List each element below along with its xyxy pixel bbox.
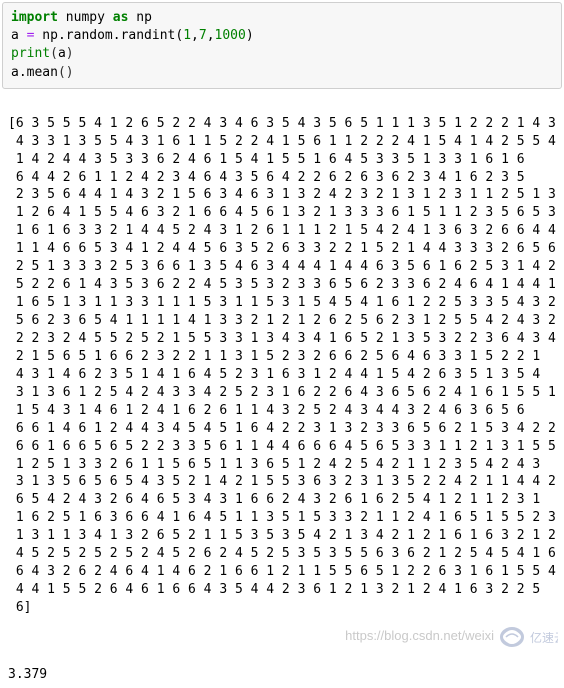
array-line: 6 6 1 6 6 5 6 5 2 2 3 3 5 6 1 1 4 4 6 6 …	[8, 439, 564, 454]
code-cell[interactable]: import numpy as np a = np.random.randint…	[2, 2, 562, 89]
array-line: 5 2 2 6 1 4 3 5 3 6 2 2 4 5 3 5 3 2 3 3 …	[8, 277, 564, 292]
keyword-as: as	[113, 10, 129, 25]
array-line: 3 1 3 5 6 5 6 5 4 3 5 2 1 4 2 1 5 5 3 6 …	[8, 474, 564, 489]
call-mean: a.mean	[11, 65, 58, 80]
logo-icon: 亿速云	[498, 623, 558, 651]
fn-print: print	[11, 46, 50, 61]
array-line: 6]	[8, 600, 31, 615]
arg-1000: 1000	[215, 28, 246, 43]
array-line: 3 1 3 6 1 2 5 4 2 4 3 3 4 2 5 2 3 1 6 2 …	[8, 385, 564, 400]
array-line: 6 5 4 2 4 3 2 6 4 6 5 3 4 3 1 6 6 2 4 3 …	[8, 492, 540, 507]
arg-7: 7	[199, 28, 207, 43]
alias-np: np	[136, 10, 152, 25]
array-line: 2 3 5 6 4 4 1 4 3 2 1 5 6 3 4 6 3 1 3 2 …	[8, 187, 564, 202]
module-numpy: numpy	[66, 10, 105, 25]
array-line: 2 2 3 2 4 5 5 2 5 2 1 5 5 3 3 1 3 4 3 4 …	[8, 331, 564, 346]
array-line: 1 6 2 5 1 6 3 6 6 4 1 6 4 5 1 1 3 5 1 5 …	[8, 510, 556, 525]
array-line: 2 5 1 3 3 3 2 5 3 6 6 1 3 5 4 6 3 4 4 4 …	[8, 259, 564, 274]
arg-1: 1	[183, 28, 191, 43]
array-line: 1 4 2 4 4 3 5 3 3 6 2 4 6 1 5 4 1 5 5 1 …	[8, 152, 525, 167]
array-line: 1 6 5 1 3 1 1 3 3 1 1 1 5 3 1 1 5 3 1 5 …	[8, 295, 564, 310]
array-line: 1 6 1 6 3 3 2 1 4 4 5 2 4 3 1 2 6 1 1 1 …	[8, 223, 564, 238]
array-line: 4 4 1 5 5 2 6 4 6 1 6 6 4 3 5 4 4 2 3 6 …	[8, 582, 540, 597]
call-randint: np.random.randint(	[34, 28, 183, 43]
array-line: 4 3 1 4 6 2 3 5 1 4 1 6 4 5 2 3 1 6 3 1 …	[8, 367, 540, 382]
array-line: 1 2 6 4 1 5 5 4 6 3 2 1 6 6 4 5 6 1 3 2 …	[8, 205, 564, 220]
array-line: 6 4 3 2 6 2 4 6 4 1 4 6 2 1 6 6 1 2 1 1 …	[8, 564, 564, 579]
array-line: 5 6 2 3 6 5 4 1 1 1 1 4 1 3 3 2 1 2 1 2 …	[8, 313, 564, 328]
svg-text:亿速云: 亿速云	[530, 630, 558, 645]
array-line: 1 2 5 1 3 3 2 6 1 1 5 6 5 1 1 3 6 5 1 2 …	[8, 457, 540, 472]
array-line: 1 5 4 3 1 4 6 1 2 4 1 6 2 6 1 1 4 3 2 5 …	[8, 403, 525, 418]
array-line: 1 3 1 1 3 4 1 3 2 6 5 2 1 1 5 3 5 3 5 4 …	[8, 528, 564, 543]
array-line: 6 4 4 2 6 1 1 2 4 2 3 4 6 4 3 5 6 4 2 2 …	[8, 170, 525, 185]
keyword-import: import	[11, 10, 58, 25]
output-mean: 3.379	[0, 661, 564, 688]
watermark-text: https://blog.csdn.net/weixi	[345, 627, 494, 645]
array-line: 4 5 2 5 2 5 2 5 2 4 5 2 6 2 4 5 2 5 3 5 …	[8, 546, 556, 561]
array-line: 4 3 3 1 3 5 5 4 3 1 6 1 1 5 2 2 4 1 5 6 …	[8, 134, 556, 149]
output-array: [6 3 5 5 5 4 1 2 6 5 2 2 4 3 4 6 3 5 4 3…	[0, 95, 564, 661]
array-line: [6 3 5 5 5 4 1 2 6 5 2 2 4 3 4 6 3 5 4 3…	[8, 116, 564, 131]
array-line: 1 1 4 6 6 5 3 4 1 2 4 4 5 6 3 5 2 6 3 3 …	[8, 241, 564, 256]
array-line: 2 1 5 6 5 1 6 6 2 3 2 2 1 1 3 1 5 2 3 2 …	[8, 349, 540, 364]
var-a: a	[11, 28, 27, 43]
array-line: 6 6 1 4 6 1 2 4 4 3 4 5 4 5 1 6 4 2 2 3 …	[8, 421, 564, 436]
